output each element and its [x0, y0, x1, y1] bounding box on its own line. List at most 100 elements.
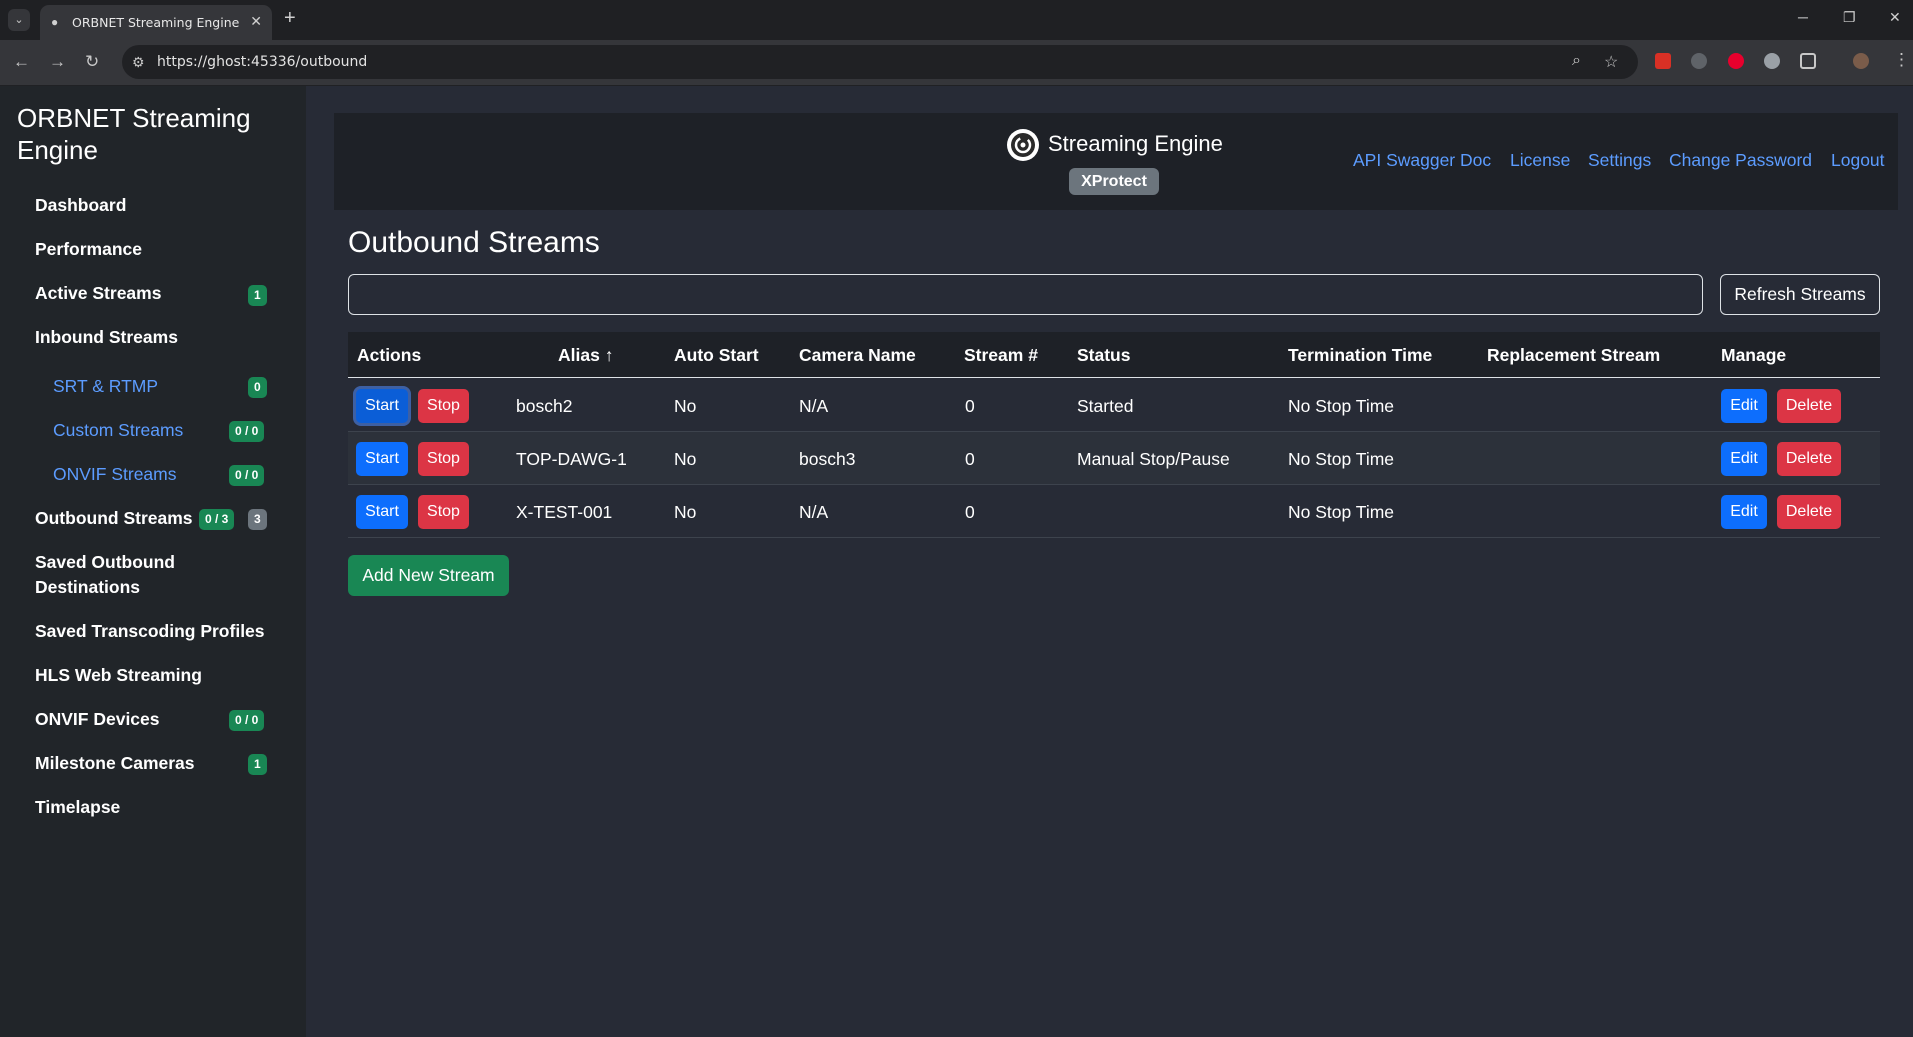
address-bar[interactable]: ⚙ https://ghost:45336/outbound ⌕ ☆ — [122, 45, 1638, 79]
stream-number-cell: 0 — [965, 502, 975, 522]
sidebar-item-custom-streams[interactable]: Custom Streams — [53, 418, 183, 443]
stream-number-cell: 0 — [965, 396, 975, 416]
sidebar-item-performance[interactable]: Performance — [35, 237, 142, 262]
sidebar-item-saved-transcoding-profiles[interactable]: Saved Transcoding Profiles — [35, 619, 265, 644]
url-text[interactable]: https://ghost:45336/outbound — [157, 54, 367, 70]
sidebar-item-active-streams[interactable]: Active Streams — [35, 281, 161, 306]
api-swagger-doc-link[interactable]: API Swagger Doc — [1353, 150, 1491, 171]
page-title: Outbound Streams — [348, 226, 600, 259]
sidebar-item-hls-web-streaming[interactable]: HLS Web Streaming — [35, 663, 202, 688]
termination-time-cell: No Stop Time — [1288, 449, 1395, 469]
delete-button[interactable]: Delete — [1777, 495, 1841, 529]
termination-time-cell: No Stop Time — [1288, 396, 1395, 416]
browser-menu-icon[interactable]: ⋮ — [1893, 50, 1910, 70]
sidebar-item-outbound-streams[interactable]: Outbound Streams — [35, 506, 193, 531]
zoom-icon[interactable]: ⌕ — [1572, 52, 1581, 70]
sidebar-item-inbound-streams[interactable]: Inbound Streams — [35, 325, 178, 350]
extensions-puzzle-icon[interactable] — [1800, 53, 1816, 69]
tab-title: ORBNET Streaming Engine — [72, 15, 240, 30]
alias-cell: bosch2 — [516, 396, 573, 416]
termination-time-cell: No Stop Time — [1288, 502, 1395, 522]
reload-icon[interactable]: ↻ — [85, 52, 99, 72]
column-status[interactable]: Status — [1077, 345, 1130, 366]
app-header: Streaming Engine XProtect API Swagger Do… — [334, 113, 1898, 210]
outbound-streams-badge: 0 / 3 — [199, 509, 235, 530]
stream-number-cell: 0 — [965, 449, 975, 469]
sidebar-item-onvif-devices[interactable]: ONVIF Devices — [35, 707, 160, 732]
sidebar-item-milestone-cameras[interactable]: Milestone Cameras — [35, 751, 195, 776]
add-new-stream-button[interactable]: Add New Stream — [348, 555, 509, 596]
column-termination-time[interactable]: Termination Time — [1288, 345, 1432, 366]
status-cell: Started — [1077, 396, 1134, 416]
auto-start-cell: No — [674, 502, 697, 522]
auto-start-cell: No — [674, 396, 697, 416]
restore-icon[interactable]: ❐ — [1843, 9, 1856, 26]
change-password-link[interactable]: Change Password — [1669, 150, 1812, 171]
new-tab-icon[interactable]: + — [284, 7, 296, 30]
sidebar-item-srt-rtmp[interactable]: SRT & RTMP — [53, 374, 158, 399]
edit-button[interactable]: Edit — [1721, 495, 1767, 529]
edit-button[interactable]: Edit — [1721, 389, 1767, 423]
onvif-streams-badge: 0 / 0 — [229, 465, 265, 486]
column-auto-start[interactable]: Auto Start — [674, 345, 759, 366]
sidebar: ORBNET Streaming Engine Dashboard Perfor… — [0, 86, 306, 1037]
browser-tab[interactable]: ● ORBNET Streaming Engine ✕ — [40, 5, 272, 40]
logout-link[interactable]: Logout — [1831, 150, 1885, 171]
extension-circle-icon[interactable] — [1691, 53, 1707, 69]
browser-toolbar: ← → ↻ ⚙ https://ghost:45336/outbound ⌕ ☆… — [0, 40, 1913, 86]
table-row: Start Stop X-TEST-001 No N/A 0 No Stop T… — [348, 485, 1880, 538]
extension-stop-icon[interactable] — [1728, 53, 1744, 69]
forward-icon[interactable]: → — [49, 52, 66, 72]
auto-start-cell: No — [674, 449, 697, 469]
sidebar-item-onvif-streams[interactable]: ONVIF Streams — [53, 462, 177, 487]
camera-name-cell: bosch3 — [799, 449, 856, 469]
column-actions: Actions — [357, 345, 422, 365]
profile-avatar[interactable] — [1853, 53, 1869, 69]
start-button[interactable]: Start — [356, 442, 408, 476]
delete-button[interactable]: Delete — [1777, 442, 1841, 476]
stop-button[interactable]: Stop — [418, 389, 469, 423]
column-stream-number[interactable]: Stream # — [964, 345, 1038, 366]
back-icon[interactable]: ← — [13, 52, 30, 72]
minimize-icon[interactable]: ─ — [1798, 9, 1808, 25]
user-icon: ● — [51, 15, 59, 29]
status-cell: Manual Stop/Pause — [1077, 449, 1230, 469]
table-row: Start Stop TOP-DAWG-1 No bosch3 0 Manual… — [348, 432, 1880, 485]
close-tab-icon[interactable]: ✕ — [250, 13, 262, 30]
app-title: Streaming Engine — [1048, 131, 1223, 156]
app-logo-icon — [1007, 129, 1039, 161]
license-link[interactable]: License — [1510, 150, 1570, 171]
stop-button[interactable]: Stop — [418, 442, 469, 476]
column-alias[interactable]: Alias ↑ — [558, 345, 613, 366]
window-close-icon[interactable]: ✕ — [1889, 9, 1901, 26]
custom-streams-badge: 0 / 0 — [229, 421, 265, 442]
alias-cell: X-TEST-001 — [516, 502, 613, 522]
filter-input[interactable] — [348, 274, 1703, 315]
table-row: Start Stop bosch2 No N/A 0 Started No St… — [348, 379, 1880, 432]
edit-button[interactable]: Edit — [1721, 442, 1767, 476]
bookmark-star-icon[interactable]: ☆ — [1604, 52, 1618, 72]
milestone-cameras-badge: 1 — [248, 754, 267, 775]
extension-red-icon[interactable] — [1655, 53, 1671, 69]
delete-button[interactable]: Delete — [1777, 389, 1841, 423]
sidebar-item-saved-outbound-destinations[interactable]: Saved Outbound Destinations — [35, 550, 235, 600]
column-camera-name[interactable]: Camera Name — [799, 345, 916, 366]
outbound-streams-total-badge: 3 — [248, 509, 267, 530]
start-button[interactable]: Start — [356, 389, 408, 423]
settings-link[interactable]: Settings — [1588, 150, 1651, 171]
tab-search-icon[interactable]: ⌄ — [8, 9, 30, 31]
camera-name-cell: N/A — [799, 502, 829, 522]
site-info-icon[interactable]: ⚙ — [132, 54, 145, 71]
sidebar-item-timelapse[interactable]: Timelapse — [35, 795, 120, 820]
sidebar-brand[interactable]: ORBNET Streaming Engine — [17, 102, 277, 166]
column-replacement-stream[interactable]: Replacement Stream — [1487, 345, 1660, 366]
srt-rtmp-badge: 0 — [248, 377, 267, 398]
active-streams-badge: 1 — [248, 285, 267, 306]
stop-button[interactable]: Stop — [418, 495, 469, 529]
refresh-streams-button[interactable]: Refresh Streams — [1720, 274, 1880, 315]
extension-gray-icon[interactable] — [1764, 53, 1780, 69]
table-header: Actions Alias ↑ Auto Start Camera Name S… — [348, 332, 1880, 378]
sidebar-item-dashboard[interactable]: Dashboard — [35, 193, 126, 218]
start-button[interactable]: Start — [356, 495, 408, 529]
alias-cell: TOP-DAWG-1 — [516, 449, 627, 469]
